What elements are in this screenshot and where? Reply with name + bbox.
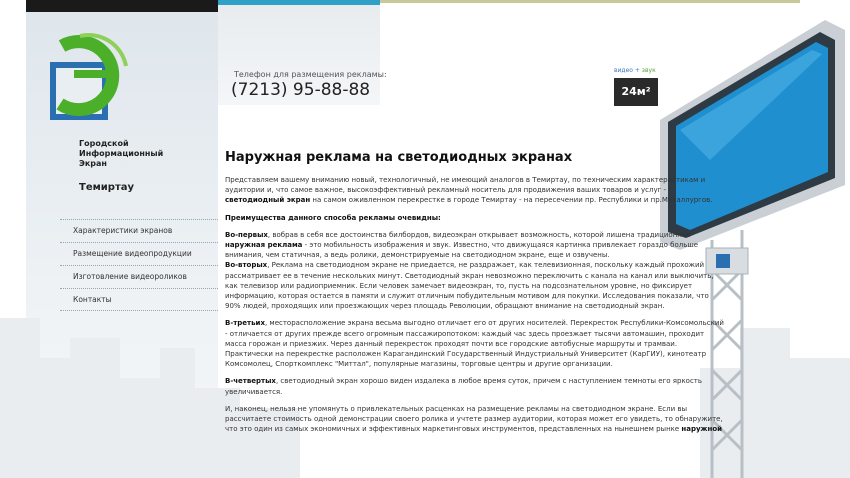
intro-text-c: на самом оживленном перекрестке в городе… bbox=[310, 196, 713, 205]
intro-paragraph: Представляем вашему вниманию новый, техн… bbox=[225, 175, 725, 206]
advantages-heading-text: Преимущества данного способа рекламы оче… bbox=[225, 213, 441, 222]
fourth-point-paragraph: В-четвертых, светодиодный экран хорошо в… bbox=[225, 376, 725, 396]
nav-item-contacts[interactable]: Контакты bbox=[60, 288, 218, 311]
first-point-label: Во-первых bbox=[225, 230, 268, 239]
intro-text-a: Представляем вашему вниманию новый, техн… bbox=[225, 176, 706, 195]
phone-label: Телефон для размещения рекламы: bbox=[234, 70, 387, 79]
screen-size-badge: 24м² bbox=[614, 78, 658, 106]
logo-icon[interactable] bbox=[40, 26, 140, 126]
first-point-text-a: , вобрав в себя все достоинства билбордо… bbox=[267, 230, 691, 239]
third-point-text: , месторасположение экрана весьма выгодн… bbox=[225, 319, 724, 369]
first-point-paragraph: Во-первых, вобрав в себя все достоинства… bbox=[225, 230, 725, 261]
advantages-heading: Преимущества данного способа рекламы оче… bbox=[225, 213, 725, 223]
badge-video-text: видео bbox=[614, 67, 633, 74]
fourth-point-label: В-четвертых bbox=[225, 377, 276, 386]
final-text-b: наружной bbox=[681, 425, 723, 434]
top-bar-dark bbox=[26, 0, 218, 12]
fourth-point-text: , светодиодный экран хорошо виден издале… bbox=[225, 377, 703, 396]
page-title: Наружная реклама на светодиодных экранах bbox=[225, 150, 573, 165]
nav-item-video-placement[interactable]: Размещение видеопродукции bbox=[60, 242, 218, 265]
badge-sound-text: звук bbox=[641, 67, 656, 74]
city-name: Темиртау bbox=[79, 182, 135, 193]
badge-video-sound: видео + звук bbox=[614, 67, 656, 74]
org-name: Городской Информационный Экран bbox=[79, 139, 164, 168]
page: Городской Информационный Экран Темиртау … bbox=[0, 0, 850, 478]
intro-text-b: светодиодный экран bbox=[225, 196, 311, 205]
second-point-text: , Реклама на светодиодном экране не прие… bbox=[225, 261, 714, 311]
first-point-text-b: наружная реклама bbox=[225, 241, 303, 250]
sidebar-nav: Характеристики экранов Размещение видеоп… bbox=[60, 219, 218, 311]
phone-number: (7213) 95-88-88 bbox=[231, 80, 371, 100]
second-point-paragraph: Во-вторых, Реклама на светодиодном экран… bbox=[225, 260, 725, 311]
badge-plus-text: + bbox=[632, 67, 642, 74]
third-point-label: В-третьих bbox=[225, 319, 265, 328]
top-bar-light bbox=[380, 0, 800, 3]
final-text-a: И, наконец, нельзя не упомянуть о привле… bbox=[225, 404, 723, 434]
nav-item-video-production[interactable]: Изготовление видеороликов bbox=[60, 265, 218, 288]
third-point-paragraph: В-третьих, месторасположение экрана весь… bbox=[225, 318, 725, 369]
main-content: Наружная реклама на светодиодных экранах… bbox=[225, 150, 725, 441]
nav-item-screen-specs[interactable]: Характеристики экранов bbox=[60, 219, 218, 242]
second-point-label: Во-вторых bbox=[225, 261, 268, 270]
final-paragraph: И, наконец, нельзя не упомянуть о привле… bbox=[225, 404, 725, 435]
